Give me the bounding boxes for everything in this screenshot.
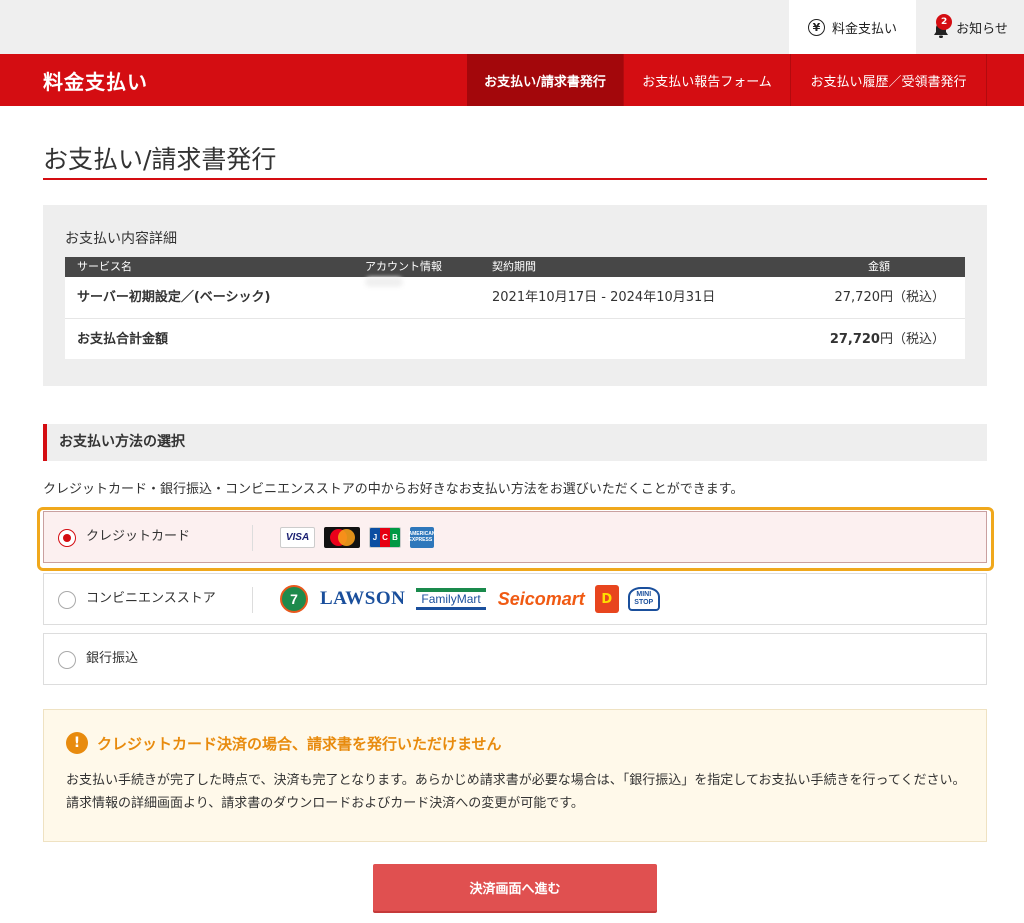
daily-yamazaki-logo: D	[594, 585, 619, 613]
convenience-store-radio[interactable]	[58, 591, 76, 609]
payment-link[interactable]: ¥ 料金支払い	[789, 0, 916, 54]
payment-link-label: 料金支払い	[831, 21, 897, 37]
main-header: 料金支払い お支払い/請求書発行 お支払い報告フォーム お支払い履歴／受領書発行	[0, 54, 1024, 106]
total-amount: 27,720円（税込）	[830, 319, 945, 360]
payment-method-heading: お支払い方法の選択	[43, 424, 987, 461]
tab-payment-history[interactable]: お支払い履歴／受領書発行	[791, 54, 987, 106]
column-amount: 金額	[868, 260, 890, 273]
seven-eleven-logo: 7	[280, 585, 308, 613]
service-name: サーバー初期設定／(ベーシック)	[77, 290, 271, 305]
column-period: 契約期間	[492, 260, 536, 273]
yen-icon: ¥	[807, 18, 825, 36]
total-amount-suffix: 円（税込）	[879, 332, 945, 347]
notice-body: お支払い手続きが完了した時点で、決済も完了となります。あらかじめ請求書が必要な場…	[66, 773, 966, 811]
total-amount-value: 27,720	[829, 332, 880, 347]
details-table: サービス名 アカウント情報 契約期間 金額 サーバー初期設定／(ベーシック) 2…	[65, 257, 965, 359]
notifications-label: お知らせ	[956, 21, 1008, 37]
column-service: サービス名	[77, 260, 132, 273]
option-convenience-store[interactable]: コンビニエンスストア 7 LAWSON FamilyMart Seicomart…	[43, 573, 987, 625]
utility-bar: ¥ 料金支払い 2 お知らせ	[0, 0, 1024, 54]
table-row: サーバー初期設定／(ベーシック) 2021年10月17日 - 2024年10月3…	[65, 277, 965, 318]
brand-title: 料金支払い	[43, 69, 148, 94]
credit-card-notice: ! クレジットカード決済の場合、請求書を発行いただけません お支払い手続きが完了…	[43, 709, 987, 842]
warning-icon: !	[66, 732, 88, 754]
lawson-logo: LAWSON	[320, 588, 406, 609]
bank-transfer-radio[interactable]	[58, 651, 76, 669]
details-heading: お支払い内容詳細	[65, 231, 177, 247]
contract-period: 2021年10月17日 - 2024年10月31日	[492, 290, 716, 305]
bank-transfer-label: 銀行振込	[86, 651, 139, 666]
option-bank-transfer[interactable]: 銀行振込	[43, 633, 987, 685]
page-title: お支払い/請求書発行	[43, 145, 277, 174]
payment-details-panel: お支払い内容詳細 サービス名 アカウント情報 契約期間 金額 サーバー初期設定／…	[43, 205, 987, 386]
proceed-to-payment-button[interactable]: 決済画面へ進む	[373, 864, 657, 911]
payment-method-title: お支払い方法の選択	[59, 434, 185, 450]
main-nav: お支払い/請求書発行 お支払い報告フォーム お支払い履歴／受領書発行	[467, 54, 987, 106]
table-header: サービス名 アカウント情報 契約期間 金額	[65, 257, 965, 277]
bell-icon: 2	[932, 14, 953, 38]
payment-method-description: クレジットカード・銀行振込・コンビニエンスストアの中からお好きなお支払い方法をお…	[43, 482, 744, 497]
option-divider	[252, 587, 253, 613]
tab-payment-report-form[interactable]: お支払い報告フォーム	[624, 54, 791, 106]
notification-badge: 2	[936, 14, 953, 30]
redacted-account	[365, 277, 403, 287]
store-logos: 7 LAWSON FamilyMart Seicomart D MINI STO…	[280, 574, 660, 624]
tab-payment-invoice[interactable]: お支払い/請求書発行	[467, 54, 624, 106]
notifications-link[interactable]: 2 お知らせ	[916, 0, 1024, 54]
ministop-logo: MINI STOP	[627, 587, 660, 611]
notice-title: クレジットカード決済の場合、請求書を発行いただけません	[97, 734, 502, 753]
familymart-logo: FamilyMart	[416, 588, 486, 610]
convenience-store-label: コンビニエンスストア	[86, 591, 216, 606]
total-label: お支払合計金額	[77, 332, 169, 347]
title-divider	[43, 178, 987, 180]
column-account: アカウント情報	[365, 260, 442, 273]
total-row: お支払合計金額 27,720円（税込）	[65, 318, 965, 359]
selected-option-highlight	[37, 507, 994, 571]
row-amount: 27,720円（税込）	[834, 290, 946, 305]
seicomart-logo: Seicomart	[497, 588, 585, 609]
notice-heading: ! クレジットカード決済の場合、請求書を発行いただけません	[66, 732, 502, 754]
